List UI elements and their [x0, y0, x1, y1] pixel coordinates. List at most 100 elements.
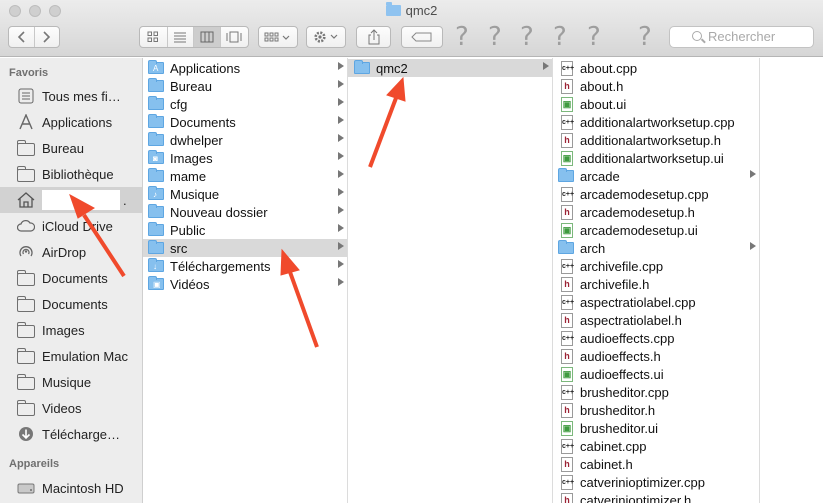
- column-3-row[interactable]: c++ catverinioptimizer.cpp: [553, 473, 759, 491]
- column-view-button[interactable]: [194, 27, 221, 47]
- icon-view-button[interactable]: [140, 27, 168, 47]
- column-3: c++ about.cpp h about.h ▣ about.ui c++ addition…: [553, 58, 760, 503]
- share-button[interactable]: [356, 26, 391, 48]
- column-3-row[interactable]: c++ archivefile.cpp: [553, 257, 759, 275]
- column-1-row-dwhelper[interactable]: dwhelper: [143, 131, 347, 149]
- column-3-row[interactable]: ▣ additionalartworksetup.ui: [553, 149, 759, 167]
- sidebar-item-home[interactable]: .: [0, 187, 142, 213]
- column-1-row-mame[interactable]: mame: [143, 167, 347, 185]
- column-2-row-qmc2[interactable]: qmc2: [348, 59, 552, 77]
- unknown-toolbar-item-6[interactable]: ?: [638, 22, 652, 52]
- item-label: additionalartworksetup.cpp: [580, 114, 735, 130]
- action-button[interactable]: [306, 26, 346, 48]
- column-3-row[interactable]: ▣ about.ui: [553, 95, 759, 113]
- sidebar-item-bibliotheque[interactable]: Bibliothèque: [0, 161, 142, 187]
- sidebar-item-images[interactable]: Images: [0, 317, 142, 343]
- item-label: arch: [580, 240, 606, 256]
- header-file-icon: h: [561, 492, 573, 503]
- sidebar-item-documents-2[interactable]: Documents: [0, 291, 142, 317]
- column-3-row[interactable]: h arcademodesetup.h: [553, 203, 759, 221]
- column-3-row[interactable]: h archivefile.h: [553, 275, 759, 293]
- search-input[interactable]: Rechercher: [669, 26, 814, 48]
- column-2: qmc2: [348, 58, 553, 503]
- ui-file-icon: ▣: [561, 366, 573, 382]
- sidebar-item-downloads[interactable]: Télécharge…: [0, 421, 142, 447]
- column-3-row[interactable]: h cabinet.h: [553, 455, 759, 473]
- column-1-row-documents[interactable]: Documents: [143, 113, 347, 131]
- folder-icon: [558, 168, 574, 182]
- column-3-row[interactable]: ▣ audioeffects.ui: [553, 365, 759, 383]
- sidebar-item-airdrop[interactable]: AirDrop: [0, 239, 142, 265]
- column-3-row[interactable]: c++ additionalartworksetup.cpp: [553, 113, 759, 131]
- sidebar-item-all-files[interactable]: Tous mes fi…: [0, 83, 142, 109]
- list-view-button[interactable]: [168, 27, 195, 47]
- unknown-toolbar-item-5[interactable]: ?: [587, 22, 601, 52]
- column-3-row[interactable]: h catverinioptimizer.h: [553, 491, 759, 503]
- window-title-text: qmc2: [405, 3, 438, 18]
- column-3-row[interactable]: c++ audioeffects.cpp: [553, 329, 759, 347]
- item-label: Documents: [170, 114, 236, 130]
- chevron-right-icon: [43, 31, 50, 43]
- sidebar-item-emulation-mac[interactable]: Emulation Mac: [0, 343, 142, 369]
- cpp-file-icon: c++: [561, 186, 574, 202]
- sidebar-item-macintosh-hd[interactable]: Macintosh HD: [0, 475, 142, 501]
- sidebar-item-label: Applications: [42, 114, 113, 130]
- sidebar-item-applications[interactable]: Applications: [0, 109, 142, 135]
- sidebar-item-videos[interactable]: Videos: [0, 395, 142, 421]
- item-label: Applications: [170, 60, 241, 76]
- folder-icon: A: [148, 60, 164, 74]
- column-3-row[interactable]: c++ about.cpp: [553, 59, 759, 77]
- search-icon: [692, 31, 702, 41]
- column-3-row[interactable]: ▣ brusheditor.ui: [553, 419, 759, 437]
- column-1-row-src[interactable]: src: [143, 239, 347, 257]
- unknown-toolbar-item-2[interactable]: ?: [488, 22, 502, 52]
- back-button[interactable]: [9, 27, 35, 47]
- unknown-toolbar-item-1[interactable]: ?: [455, 22, 469, 52]
- column-1-row-bureau[interactable]: Bureau: [143, 77, 347, 95]
- folder-icon: [148, 132, 164, 146]
- column-1-row-videos[interactable]: ▣ Vidéos: [143, 275, 347, 293]
- column-3-row[interactable]: c++ arcademodesetup.cpp: [553, 185, 759, 203]
- forward-button[interactable]: [35, 27, 60, 47]
- disclosure-arrow-icon: [338, 134, 344, 142]
- disclosure-arrow-icon: [750, 242, 756, 250]
- column-1-row-telechargements[interactable]: ↓ Téléchargements: [143, 257, 347, 275]
- sidebar-item-bureau[interactable]: Bureau: [0, 135, 142, 161]
- sidebar-item-musique[interactable]: Musique: [0, 369, 142, 395]
- column-3-row[interactable]: c++ cabinet.cpp: [553, 437, 759, 455]
- column-1-row-cfg[interactable]: cfg: [143, 95, 347, 113]
- column-3-row[interactable]: h additionalartworksetup.h: [553, 131, 759, 149]
- sidebar-item-icloud-drive[interactable]: iCloud Drive: [0, 213, 142, 239]
- item-label: catverinioptimizer.cpp: [580, 474, 705, 490]
- column-3-row[interactable]: c++ aspectratiolabel.cpp: [553, 293, 759, 311]
- sidebar-item-label: .: [123, 192, 127, 208]
- folder-icon: ↓: [148, 258, 164, 272]
- column-1-row-nouveau-dossier[interactable]: Nouveau dossier: [143, 203, 347, 221]
- all-files-icon: [17, 88, 35, 104]
- cpp-file-icon: c++: [561, 330, 574, 346]
- item-label: about.h: [580, 78, 624, 94]
- column-3-row[interactable]: arcade: [553, 167, 759, 185]
- search-placeholder: Rechercher: [708, 29, 776, 44]
- column-3-row[interactable]: arch: [553, 239, 759, 257]
- tag-button[interactable]: [401, 26, 443, 48]
- item-label: cabinet.cpp: [580, 438, 647, 454]
- disclosure-arrow-icon: [338, 188, 344, 196]
- sidebar-item-documents-1[interactable]: Documents: [0, 265, 142, 291]
- unknown-toolbar-item-4[interactable]: ?: [553, 22, 567, 52]
- column-1-row-applications[interactable]: A Applications: [143, 59, 347, 77]
- back-forward-control: [8, 26, 60, 48]
- column-3-row[interactable]: h brusheditor.h: [553, 401, 759, 419]
- column-1-row-musique[interactable]: ♪ Musique: [143, 185, 347, 203]
- column-3-row[interactable]: h aspectratiolabel.h: [553, 311, 759, 329]
- arrange-button[interactable]: [258, 26, 298, 48]
- item-label: qmc2: [376, 60, 408, 76]
- column-3-row[interactable]: h audioeffects.h: [553, 347, 759, 365]
- coverflow-view-button[interactable]: [221, 27, 248, 47]
- column-3-row[interactable]: h about.h: [553, 77, 759, 95]
- column-3-row[interactable]: ▣ arcademodesetup.ui: [553, 221, 759, 239]
- column-3-row[interactable]: c++ brusheditor.cpp: [553, 383, 759, 401]
- column-1-row-public[interactable]: Public: [143, 221, 347, 239]
- column-1-row-images[interactable]: ◙ Images: [143, 149, 347, 167]
- unknown-toolbar-item-3[interactable]: ?: [520, 22, 534, 52]
